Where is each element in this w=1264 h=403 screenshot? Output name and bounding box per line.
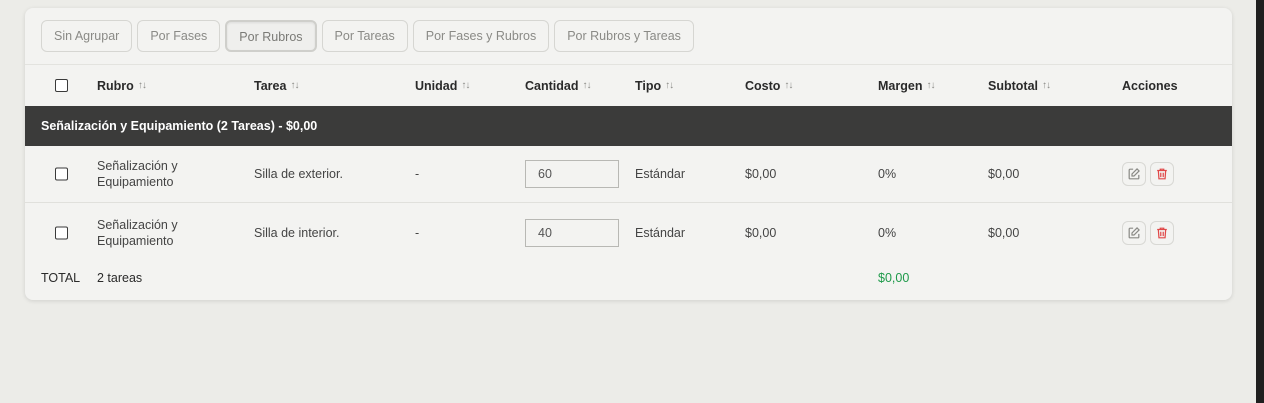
- row-checkbox[interactable]: [55, 167, 68, 181]
- costo-cell: $0,00: [745, 225, 777, 240]
- header-unidad[interactable]: Unidad ↑↓: [415, 79, 470, 93]
- total-row: TOTAL 2 tareas $0,00: [25, 263, 1232, 293]
- costo-cell: $0,00: [745, 167, 777, 181]
- table-row: Señalización y Equipamiento Silla de int…: [25, 204, 1232, 261]
- select-all-checkbox[interactable]: [55, 79, 68, 92]
- group-none-button[interactable]: Sin Agrupar: [41, 20, 133, 52]
- header-costo[interactable]: Costo ↑↓: [745, 79, 793, 93]
- total-amount: $0,00: [878, 271, 910, 285]
- sort-icon: ↑↓: [926, 80, 935, 91]
- trash-icon: [1157, 227, 1167, 238]
- group-by-phases-button[interactable]: Por Fases: [137, 20, 221, 52]
- group-header-row[interactable]: Señalización y Equipamiento (2 Tareas) -…: [25, 106, 1232, 146]
- sort-icon: ↑↓: [290, 80, 299, 91]
- group-by-rubros-tasks-button[interactable]: Por Rubros y Tareas: [554, 20, 694, 52]
- group-by-rubros-button[interactable]: Por Rubros: [225, 20, 317, 52]
- delete-button[interactable]: [1150, 162, 1174, 186]
- subtotal-cell: $0,00: [988, 167, 1020, 181]
- margen-cell: 0%: [878, 167, 897, 181]
- tipo-cell: Estándar: [635, 225, 686, 240]
- unidad-cell: -: [415, 225, 420, 240]
- header-acciones: Acciones: [1122, 78, 1178, 93]
- header-rubro[interactable]: Rubro ↑↓: [97, 79, 147, 93]
- pencil-square-icon: [1128, 226, 1140, 238]
- sort-icon: ↑↓: [582, 80, 591, 91]
- header-tipo[interactable]: Tipo ↑↓: [635, 79, 674, 93]
- row-checkbox[interactable]: [55, 226, 68, 239]
- sort-icon: ↑↓: [665, 80, 674, 91]
- sort-icon: ↑↓: [784, 80, 793, 91]
- sort-icon: ↑↓: [137, 80, 147, 91]
- sort-icon: ↑↓: [461, 80, 470, 91]
- header-tarea[interactable]: Tarea ↑↓: [254, 79, 299, 93]
- tipo-cell: Estándar: [635, 167, 686, 181]
- delete-button[interactable]: [1150, 220, 1174, 245]
- unidad-cell: -: [415, 167, 420, 181]
- quantity-input[interactable]: 60: [525, 160, 619, 188]
- tarea-cell: Silla de interior.: [254, 225, 340, 240]
- table-row: Señalización y Equipamiento Silla de ext…: [25, 146, 1232, 203]
- budget-table-card: Sin Agrupar Por Fases Por Rubros Por Tar…: [25, 8, 1232, 300]
- header-margen[interactable]: Margen ↑↓: [878, 79, 935, 93]
- trash-icon: [1157, 168, 1167, 180]
- edit-button[interactable]: [1122, 220, 1146, 245]
- grouping-toolbar: Sin Agrupar Por Fases Por Rubros Por Tar…: [41, 20, 694, 52]
- subtotal-cell: $0,00: [988, 225, 1020, 240]
- total-label: TOTAL: [41, 271, 81, 285]
- pencil-square-icon: [1128, 168, 1140, 180]
- group-by-tasks-button[interactable]: Por Tareas: [321, 20, 408, 52]
- rubro-cell: Señalización y Equipamiento: [97, 217, 178, 248]
- edit-button[interactable]: [1122, 162, 1146, 186]
- rubro-cell: Señalización y Equipamiento: [97, 159, 178, 189]
- margen-cell: 0%: [878, 225, 897, 240]
- table-header: Rubro ↑↓ Tarea ↑↓ Unidad ↑↓ Cantidad ↑↓ Tipo…: [25, 64, 1232, 106]
- quantity-input[interactable]: 40: [525, 218, 619, 247]
- window-edge: [1256, 0, 1264, 403]
- header-cantidad[interactable]: Cantidad ↑↓: [525, 79, 591, 93]
- total-count: 2 tareas: [97, 271, 143, 285]
- group-by-phases-rubros-button[interactable]: Por Fases y Rubros: [412, 20, 550, 52]
- header-subtotal[interactable]: Subtotal ↑↓: [988, 79, 1051, 93]
- sort-icon: ↑↓: [1042, 80, 1051, 91]
- tarea-cell: Silla de exterior.: [254, 167, 343, 181]
